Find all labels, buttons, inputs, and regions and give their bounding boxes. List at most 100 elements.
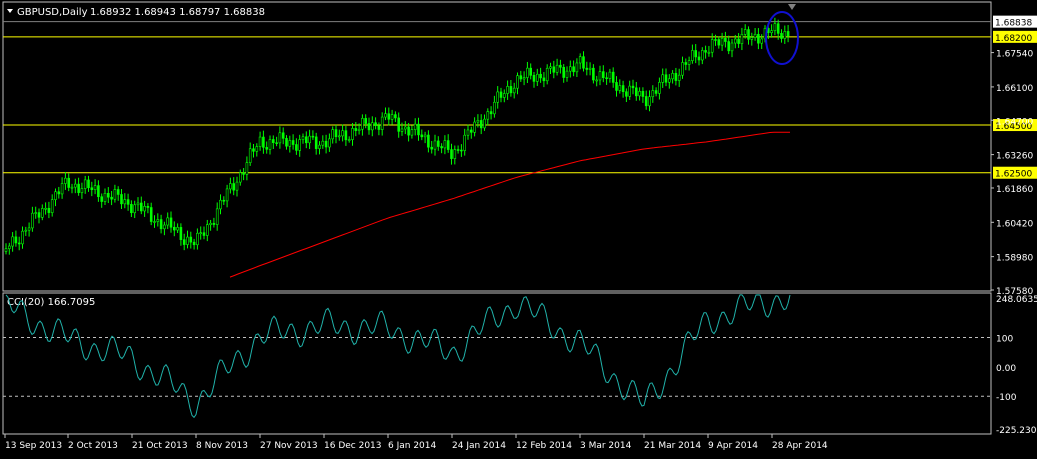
candle-body-207 [687,60,691,65]
candle-body-105 [351,128,354,140]
candle-body-132 [440,146,443,149]
candle-body-57 [192,241,196,246]
candle-body-124 [413,123,417,130]
candle-body-16 [57,191,61,195]
candle-body-192 [638,91,641,97]
candle-body-128 [427,134,430,148]
candle-body-70 [235,181,239,191]
candle-body-139 [463,134,467,151]
ohlc-values: 1.68932 1.68943 1.68797 1.68838 [90,7,265,18]
candle-body-15 [54,191,57,201]
candle-body-148 [493,101,496,115]
candle-body-156 [519,75,523,80]
candle-body-150 [499,91,503,98]
candle-body-165 [549,66,552,69]
candle-body-48 [163,224,166,230]
candle-body-197 [654,90,658,94]
cci-tick-label-2: 0.00 [996,364,1016,374]
candle-body-142 [473,121,476,133]
candle-body-173 [575,62,579,73]
candle-body-127 [423,134,427,138]
candle-body-224 [743,29,747,35]
candle-body-138 [460,149,463,152]
candle-body-178 [592,67,595,81]
candle-body-152 [506,86,509,94]
candle-body-98 [328,138,331,148]
candle-body-191 [634,87,638,97]
candle-body-136 [453,149,457,159]
candle-body-61 [206,224,209,236]
date-label-12: 28 Apr 2014 [772,441,828,451]
candles [4,17,790,255]
candle-body-33 [113,189,117,200]
candle-body-123 [410,129,414,136]
candle-body-157 [522,77,526,80]
chart-window[interactable]: GBPUSD,Daily 1.68932 1.68943 1.68797 1.6… [0,0,1037,455]
candle-body-55 [186,236,189,245]
candle-body-202 [671,73,674,80]
shift-marker-icon[interactable] [788,4,796,10]
candle-body-42 [143,205,146,212]
candle-body-196 [651,90,655,98]
main-pane-frame [2,1,992,292]
candle-body-160 [532,75,536,82]
candle-body-204 [677,74,681,81]
candle-body-39 [133,204,136,214]
candle-body-121 [403,126,407,130]
current-price-label: 1.68838 [995,19,1032,29]
candle-body-60 [202,232,206,236]
candle-body-35 [120,194,123,205]
candle-body-30 [103,193,107,202]
candle-body-72 [242,172,245,175]
candle-body-229 [760,38,764,44]
cci-tick-label-3: -100 [996,393,1017,403]
candle-body-47 [159,219,163,230]
candle-body-76 [255,146,259,152]
candle-body-146 [486,111,490,120]
candle-body-130 [433,140,437,150]
candle-body-1 [8,245,11,249]
candle-body-64 [215,208,219,225]
candle-body-164 [545,67,549,82]
price-tick-label-3: 1.66100 [996,84,1033,94]
candle-body-117 [390,114,394,120]
candle-body-185 [615,82,618,91]
candle-body-112 [374,122,377,126]
moving-average [229,131,790,278]
candle-body-215 [714,39,717,41]
candle-body-175 [582,56,585,69]
price-tick-label-9: 1.60420 [996,219,1033,229]
candle-body-214 [710,39,714,53]
candle-body-119 [397,117,401,132]
chart-canvas[interactable]: GBPUSD,Daily 1.68932 1.68943 1.68797 1.6… [0,0,1037,455]
candle-body-20 [70,186,74,189]
date-label-3: 8 Nov 2013 [196,441,248,451]
candle-body-41 [140,202,143,212]
candle-body-27 [93,185,97,190]
candle-body-0 [4,248,8,252]
candle-body-222 [737,38,740,44]
candle-body-38 [130,204,133,214]
candle-body-217 [720,37,724,46]
candle-body-19 [67,177,70,188]
price-tick-label-10: 1.58980 [996,254,1033,264]
candle-body-143 [476,120,480,123]
candle-body-109 [364,118,368,124]
candle-body-59 [199,232,202,234]
candle-body-194 [644,96,648,107]
price-tick-label-6: 1.63260 [996,152,1033,162]
candle-body-9 [34,212,38,214]
candle-body-26 [90,187,94,190]
candle-body-190 [631,85,635,89]
symbol-title: GBPUSD,Daily [17,7,88,18]
candle-body-21 [74,183,77,188]
indicator-pane-frame [2,292,992,435]
candle-body-100 [334,129,338,138]
candle-body-84 [281,132,285,139]
candle-body-66 [222,199,226,202]
candle-body-162 [539,73,542,79]
candle-body-91 [304,136,308,144]
candle-body-199 [661,74,665,83]
candle-body-51 [173,226,176,231]
dropdown-triangle-icon[interactable] [7,9,13,13]
